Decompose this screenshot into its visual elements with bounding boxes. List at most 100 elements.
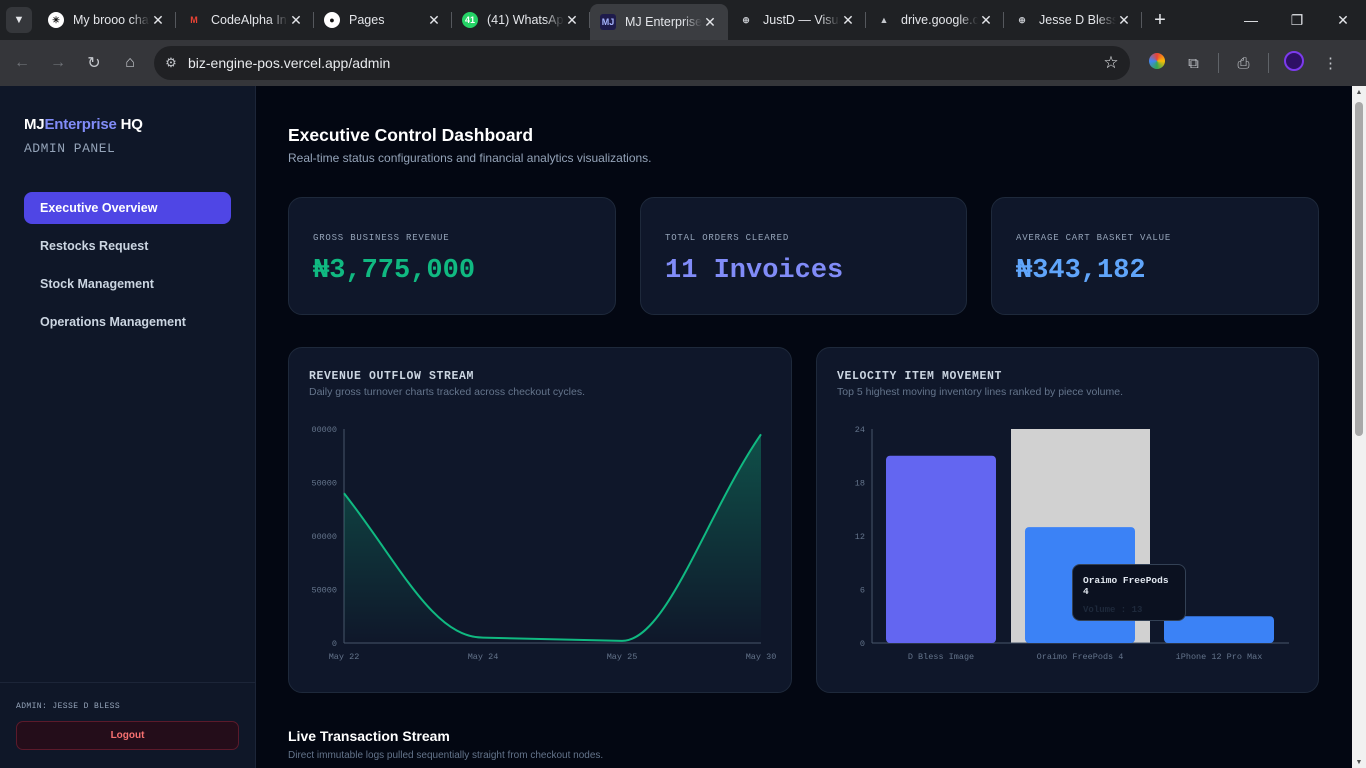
close-tab-icon[interactable]: ✕ [288,12,304,29]
tab-search-button[interactable]: ▼ [0,0,38,40]
revenue-area-chart[interactable]: 0 50000 00000 50000 00000 May 22 May 24 May 25 M… [289,348,793,694]
x-tick-label: iPhone 12 Pro Max [1176,652,1263,662]
sidebar-item-operations-management[interactable]: Operations Management [24,306,231,338]
brand-accent: Enterprise [44,116,117,133]
reload-icon[interactable]: ↻ [76,53,112,73]
page-scrollbar[interactable]: ▲ ▼ [1352,86,1366,768]
chart-tooltip: Oraimo FreePods 4 Volume : 13 [1072,564,1186,621]
chevron-down-icon: ▼ [6,7,32,33]
x-tick-label: D Bless Image [908,652,974,662]
bookmark-star-icon[interactable]: ☆ [1092,53,1130,73]
browser-tab[interactable]: MJ MJ Enterprise HQ✕ [590,4,728,40]
forward-arrow-icon[interactable]: → [40,54,76,72]
browser-tab-strip: ▼ ✳My brooo chat✕MCodeAlpha Inbox✕ ● Pages… [0,0,1366,40]
kpi-label: AVERAGE CART BASKET VALUE [1016,233,1172,243]
velocity-chart-panel: VELOCITY ITEM MOVEMENT Top 5 highest mov… [816,347,1319,693]
browser-tab[interactable]: ⊕ Jesse D Bless ✕ [1004,0,1142,40]
x-tick-label: May 30 [746,652,777,662]
x-tick-label: May 25 [607,652,638,662]
y-tick-label: 0 [332,639,337,649]
sidebar-item-restocks-request[interactable]: Restocks Request [24,230,231,262]
bar [886,455,996,643]
tab-title: CodeAlpha Inbox [211,13,288,27]
scroll-down-icon[interactable]: ▼ [1352,759,1366,766]
address-bar[interactable]: ⚙ biz-engine-pos.vercel.app/admin ☆ [154,46,1130,80]
tab-title: (41) WhatsApp [487,13,564,27]
brand-subtitle: ADMIN PANEL [24,141,116,156]
close-tab-icon[interactable]: ✕ [978,12,994,29]
transactions-title: Live Transaction Stream [288,728,450,744]
revenue-area-fill [344,434,761,643]
close-window-icon[interactable]: ✕ [1320,12,1366,29]
close-tab-icon[interactable]: ✕ [426,12,442,29]
y-tick-label: 0 [860,639,865,649]
kpi-label: TOTAL ORDERS CLEARED [665,233,790,243]
window-controls: — ❐ ✕ [1228,12,1366,29]
tab-title: JustD — Visual [763,13,840,27]
velocity-bar-chart[interactable]: 0 6 12 18 24 D Bless Image Oraimo FreePods 4 iP… [817,348,1320,694]
site-info-icon[interactable]: ⚙ [154,55,188,71]
x-tick-label: May 22 [329,652,360,662]
extensions-puzzle-icon[interactable]: ⧉ [1175,55,1212,72]
close-tab-icon[interactable]: ✕ [150,12,166,29]
browser-toolbar: ← → ↻ ⌂ ⚙ biz-engine-pos.vercel.app/admi… [0,40,1366,86]
browser-tab[interactable]: ✳ My brooo chat ✕ [38,0,176,40]
kpi-card-basket-value: AVERAGE CART BASKET VALUE ₦343,182 [991,197,1319,315]
whatsapp-icon: 41 [462,12,478,28]
admin-user-label: ADMIN: JESSE D BLESS [16,702,121,711]
tab-list: ✳My brooo chat✕MCodeAlpha Inbox✕●Pages✕4… [38,0,1142,40]
sidebar-item-stock-management[interactable]: Stock Management [24,268,231,300]
account-avatar-icon[interactable] [1275,51,1312,75]
scroll-up-icon[interactable]: ▲ [1352,89,1366,96]
tab-title: Jesse D Bless [1039,13,1116,27]
tab-separator [1141,12,1142,28]
tab-title: MJ Enterprise HQ [625,15,702,29]
back-arrow-icon[interactable]: ← [4,54,40,72]
profile-extension-icon[interactable] [1138,53,1175,73]
y-tick-label: 00000 [311,532,337,542]
y-tick-label: 18 [855,479,865,489]
close-tab-icon[interactable]: ✕ [564,12,580,29]
browser-tab[interactable]: ⊕ JustD — Visual ✕ [728,0,866,40]
brand-suffix: HQ [116,116,143,133]
restore-icon[interactable]: ❐ [1274,12,1320,29]
globe-icon: ⊕ [1018,14,1026,25]
print-icon[interactable]: ⎙ [1225,55,1262,72]
drive-icon: ▲ [879,15,889,25]
sidebar-footer: ADMIN: JESSE D BLESS Logout [0,682,255,768]
main-content: Executive Control Dashboard Real-time st… [256,86,1352,768]
y-tick-label: 00000 [311,425,337,435]
y-tick-label: 24 [855,425,865,435]
y-tick-label: 6 [860,586,865,596]
home-icon[interactable]: ⌂ [112,54,148,72]
kpi-label: GROSS BUSINESS REVENUE [313,233,450,243]
browser-tab[interactable]: ▲ drive.google.com✕ [866,0,1004,40]
more-menu-icon[interactable]: ⋮ [1312,54,1349,72]
x-tick-label: Oraimo FreePods 4 [1037,652,1124,662]
y-tick-label: 50000 [311,479,337,489]
brand-prefix: MJ [24,116,45,133]
kpi-value: 11 Invoices [665,256,844,286]
minimize-icon[interactable]: — [1228,12,1274,29]
tooltip-value: Volume : 13 [1083,605,1143,615]
browser-tab[interactable]: 41 (41) WhatsApp ✕ [452,0,590,40]
sidebar-item-executive-overview[interactable]: Executive Overview [24,192,231,224]
tab-title: My brooo chat [73,13,150,27]
browser-tab[interactable]: M CodeAlpha Inbox✕ [176,0,314,40]
github-icon: ● [324,12,340,28]
transactions-subtitle: Direct immutable logs pulled sequentiall… [288,750,604,761]
y-tick-label: 12 [855,532,865,542]
browser-tab[interactable]: ● Pages ✕ [314,0,452,40]
url-text[interactable]: biz-engine-pos.vercel.app/admin [188,55,1092,71]
scrollbar-thumb[interactable] [1355,102,1363,436]
close-tab-icon[interactable]: ✕ [840,12,856,29]
toolbar-divider [1218,53,1219,73]
tab-title: Pages [349,13,385,27]
brand-logo: MJEnterprise HQ [24,116,143,133]
logout-button[interactable]: Logout [16,721,239,750]
new-tab-button[interactable]: + [1142,9,1178,32]
close-tab-icon[interactable]: ✕ [1116,12,1132,29]
toolbar-divider [1268,53,1269,73]
revenue-chart-panel: REVENUE OUTFLOW STREAM Daily gross turno… [288,347,792,693]
close-tab-icon[interactable]: ✕ [702,14,718,31]
